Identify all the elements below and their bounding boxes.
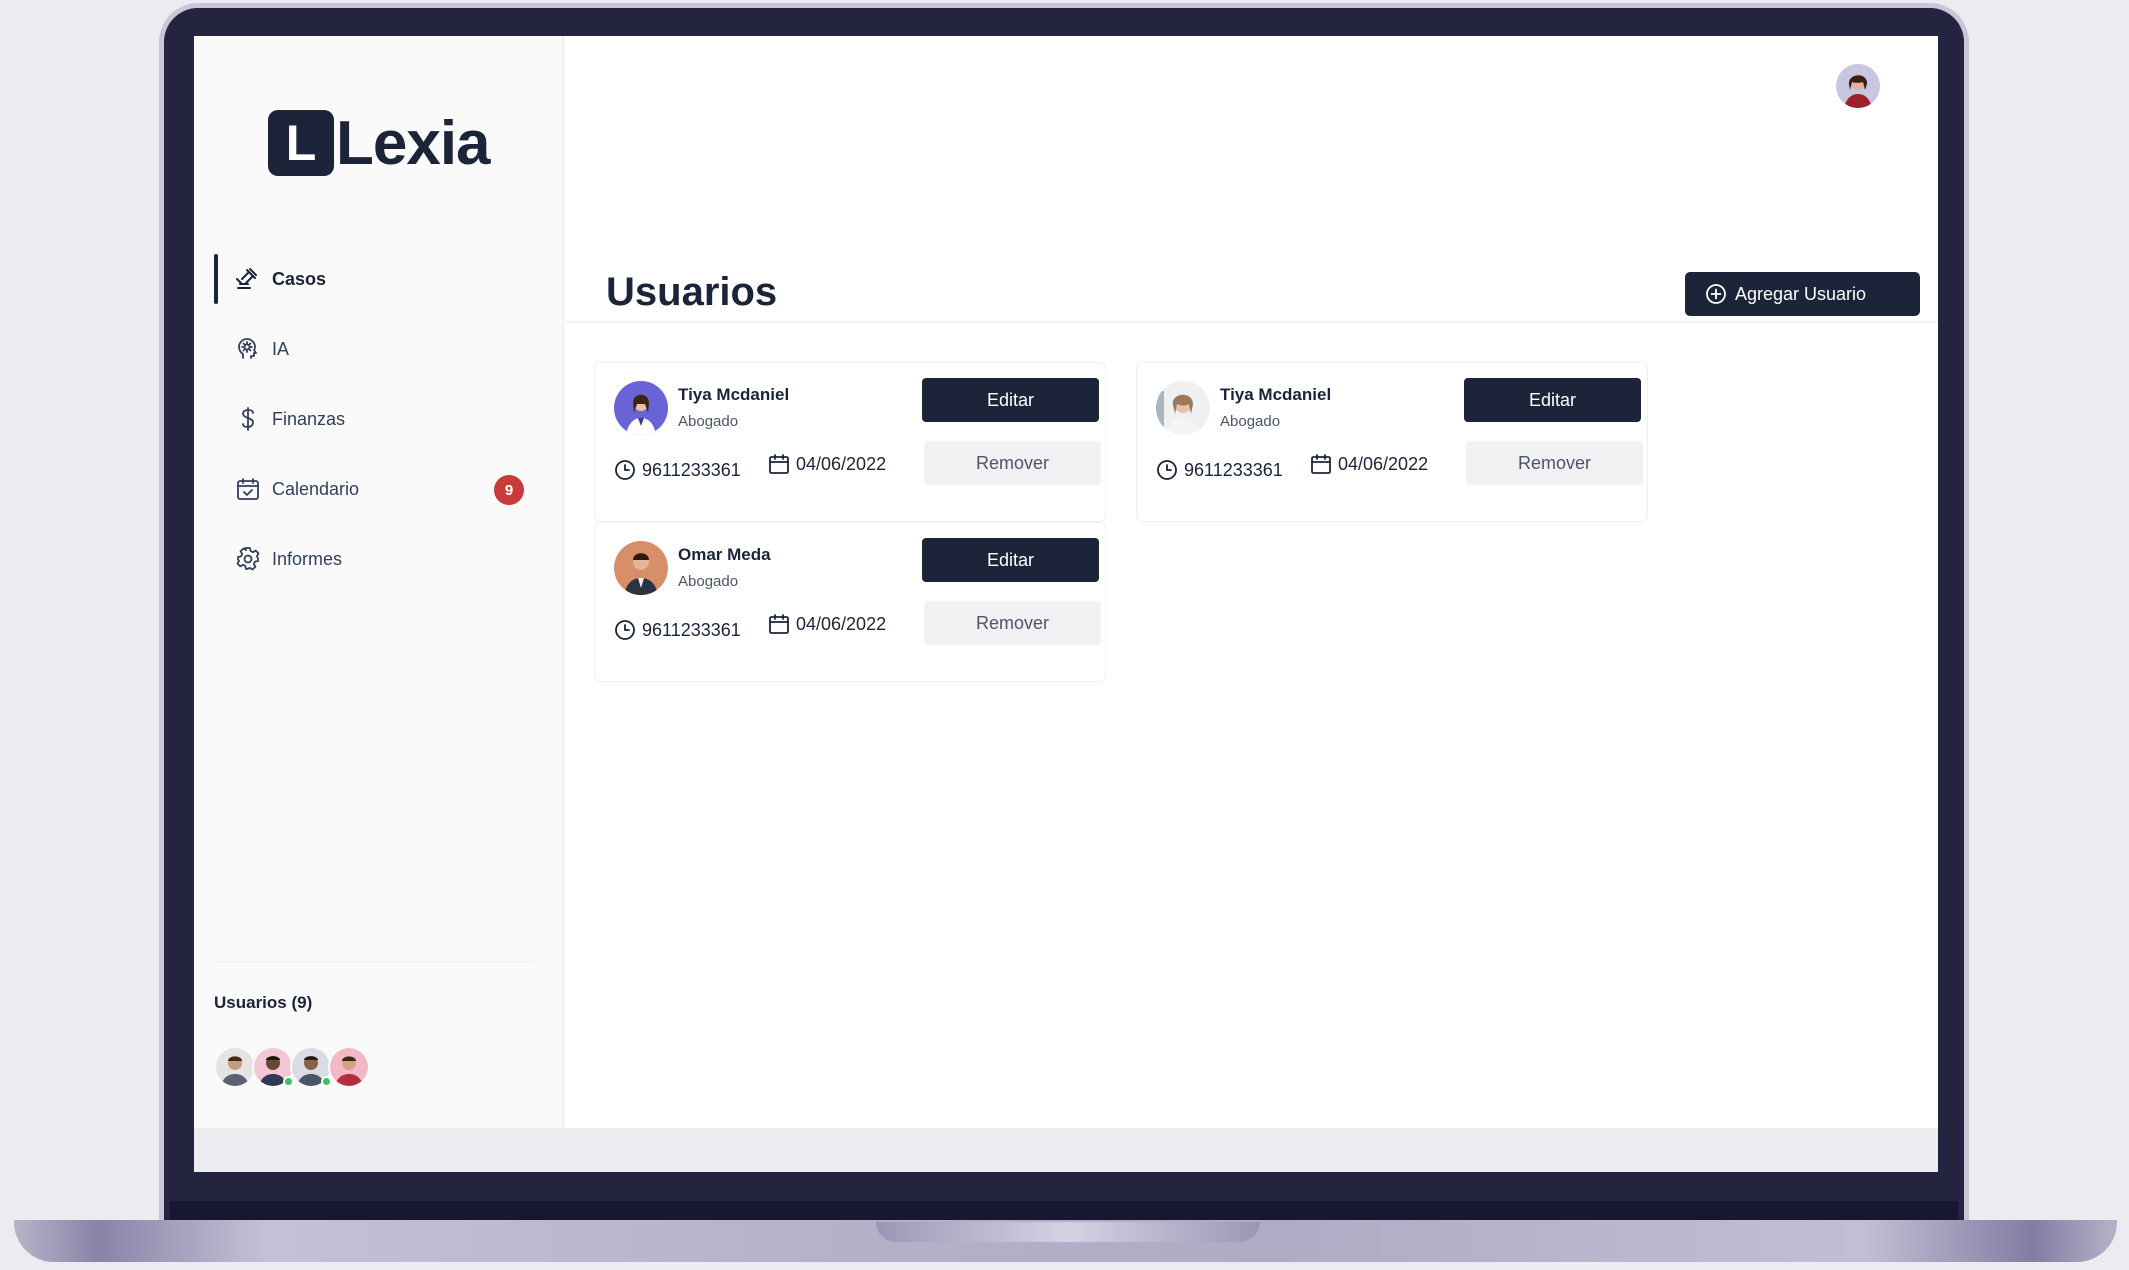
- calendar-icon: [769, 614, 789, 634]
- avatar[interactable]: [328, 1046, 370, 1088]
- user-phone: 9611233361: [614, 619, 741, 641]
- laptop-screen: L Lexia Casos IA Finanzas Calendario 9 I…: [194, 36, 1938, 1172]
- remove-button[interactable]: Remover: [924, 601, 1101, 645]
- active-indicator: [214, 254, 218, 304]
- sidebar: L Lexia Casos IA Finanzas Calendario 9 I…: [194, 36, 564, 1128]
- calendar-icon: [1311, 454, 1331, 474]
- app-window: L Lexia Casos IA Finanzas Calendario 9 I…: [194, 36, 1938, 1128]
- sidebar-item-finanzas[interactable]: Finanzas: [214, 384, 544, 454]
- add-user-label: Agregar Usuario: [1735, 283, 1867, 304]
- clock-icon: [615, 620, 635, 640]
- sidebar-nav: Casos IA Finanzas Calendario 9 Informes: [214, 244, 544, 594]
- logo: L Lexia: [268, 108, 491, 178]
- calendar-icon: [769, 454, 789, 474]
- phone-value: 9611233361: [1184, 459, 1283, 480]
- user-name: Omar Meda: [678, 545, 771, 564]
- user-phone: 9611233361: [614, 459, 741, 481]
- user-date: 04/06/2022: [1310, 453, 1428, 475]
- user-avatar: [1156, 381, 1210, 435]
- user-name: Tiya Mcdaniel: [1220, 385, 1332, 404]
- edit-button[interactable]: Editar: [922, 538, 1099, 582]
- calendar-check-icon: [234, 475, 262, 503]
- screen-bottom-strip: [194, 1128, 1938, 1172]
- users-count-title: Usuarios (9): [214, 993, 313, 1012]
- user-avatar-stack: [214, 1046, 370, 1088]
- sidebar-item-label: Casos: [272, 268, 327, 289]
- date-value: 04/06/2022: [1338, 453, 1429, 474]
- sidebar-item-calendario[interactable]: Calendario 9: [214, 454, 544, 524]
- user-avatar: [614, 541, 668, 595]
- user-phone: 9611233361: [1156, 459, 1283, 481]
- sidebar-divider: [214, 961, 534, 962]
- remove-button[interactable]: Remover: [1466, 441, 1643, 485]
- sidebar-item-ia[interactable]: IA: [214, 314, 544, 384]
- dollar-icon: [234, 405, 262, 433]
- user-role: Abogado: [1220, 413, 1281, 430]
- gavel-icon: [234, 265, 262, 293]
- gear-icon: [234, 545, 262, 573]
- clock-icon: [1157, 460, 1177, 480]
- phone-value: 9611233361: [642, 459, 741, 480]
- date-value: 04/06/2022: [796, 453, 887, 474]
- clock-icon: [615, 460, 635, 480]
- logo-mark: L: [268, 110, 334, 176]
- avatar[interactable]: [252, 1046, 294, 1088]
- date-value: 04/06/2022: [796, 613, 887, 634]
- ai-brain-icon: [234, 335, 262, 363]
- sidebar-item-label: Calendario: [272, 478, 360, 499]
- user-role: Abogado: [678, 413, 739, 430]
- sidebar-item-label: Informes: [272, 548, 343, 569]
- avatar[interactable]: [290, 1046, 332, 1088]
- header-divider: [566, 321, 1938, 323]
- page-title: Usuarios: [606, 270, 778, 314]
- user-date: 04/06/2022: [768, 613, 886, 635]
- user-avatar: [614, 381, 668, 435]
- phone-value: 9611233361: [642, 619, 741, 640]
- notification-badge: 9: [494, 475, 524, 505]
- plus-circle-icon: [1705, 283, 1727, 305]
- laptop-notch: [876, 1222, 1260, 1242]
- sidebar-item-casos[interactable]: Casos: [214, 244, 544, 314]
- sidebar-item-informes[interactable]: Informes: [214, 524, 544, 594]
- add-user-button[interactable]: Agregar Usuario: [1685, 272, 1920, 316]
- user-date: 04/06/2022: [768, 453, 886, 475]
- user-role: Abogado: [678, 573, 739, 590]
- sidebar-item-label: Finanzas: [272, 408, 346, 429]
- user-card: Tiya Mcdaniel Abogado 9611233361 04/06/2…: [594, 362, 1106, 522]
- user-name: Tiya Mcdaniel: [678, 385, 790, 404]
- user-card: Omar Meda Abogado 9611233361 04/06/2022 …: [594, 522, 1106, 682]
- edit-button[interactable]: Editar: [922, 378, 1099, 422]
- profile-avatar[interactable]: [1836, 64, 1880, 108]
- remove-button[interactable]: Remover: [924, 441, 1101, 485]
- logo-text: Lexia: [336, 108, 491, 178]
- user-card: Tiya Mcdaniel Abogado 9611233361 04/06/2…: [1136, 362, 1648, 522]
- sidebar-item-label: IA: [272, 338, 290, 359]
- avatar[interactable]: [214, 1046, 256, 1088]
- edit-button[interactable]: Editar: [1464, 378, 1641, 422]
